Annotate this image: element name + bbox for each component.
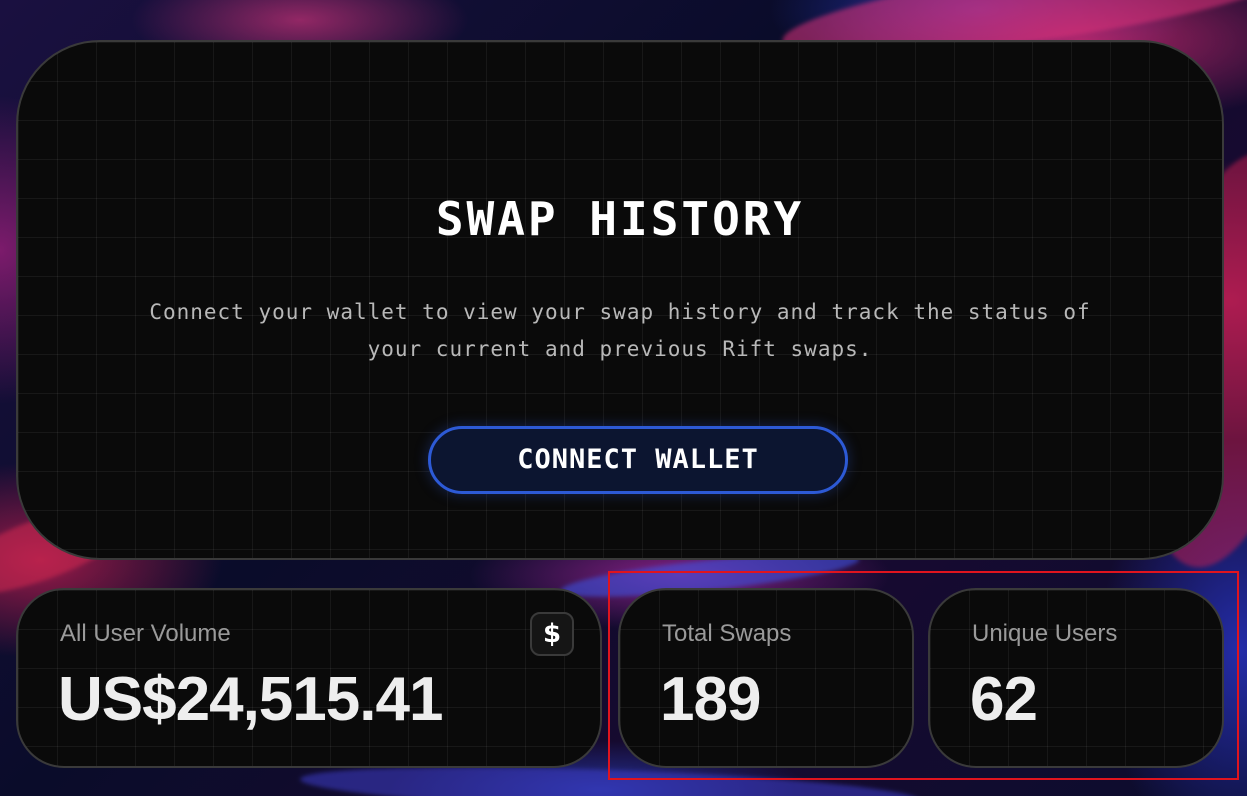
- stat-label-volume: All User Volume: [60, 620, 231, 647]
- stat-value-total-swaps: 189: [660, 665, 761, 734]
- stat-value-unique-users: 62: [970, 665, 1038, 734]
- stat-card-unique-users: Unique Users 62: [928, 588, 1224, 768]
- stat-value-volume: US$24,515.41: [58, 665, 443, 734]
- dollar-icon: $: [530, 612, 574, 656]
- stat-card-volume: All User Volume $ US$24,515.41: [16, 588, 602, 768]
- connect-wallet-button[interactable]: CONNECT WALLET: [428, 426, 848, 494]
- stat-label-total-swaps: Total Swaps: [662, 620, 792, 647]
- swap-history-panel: SWAP HISTORY Connect your wallet to view…: [16, 40, 1224, 560]
- stat-label-unique-users: Unique Users: [972, 620, 1118, 647]
- page-title: SWAP HISTORY: [435, 192, 805, 246]
- stat-card-total-swaps: Total Swaps 189: [618, 588, 914, 768]
- page-description: Connect your wallet to view your swap hi…: [149, 300, 1091, 361]
